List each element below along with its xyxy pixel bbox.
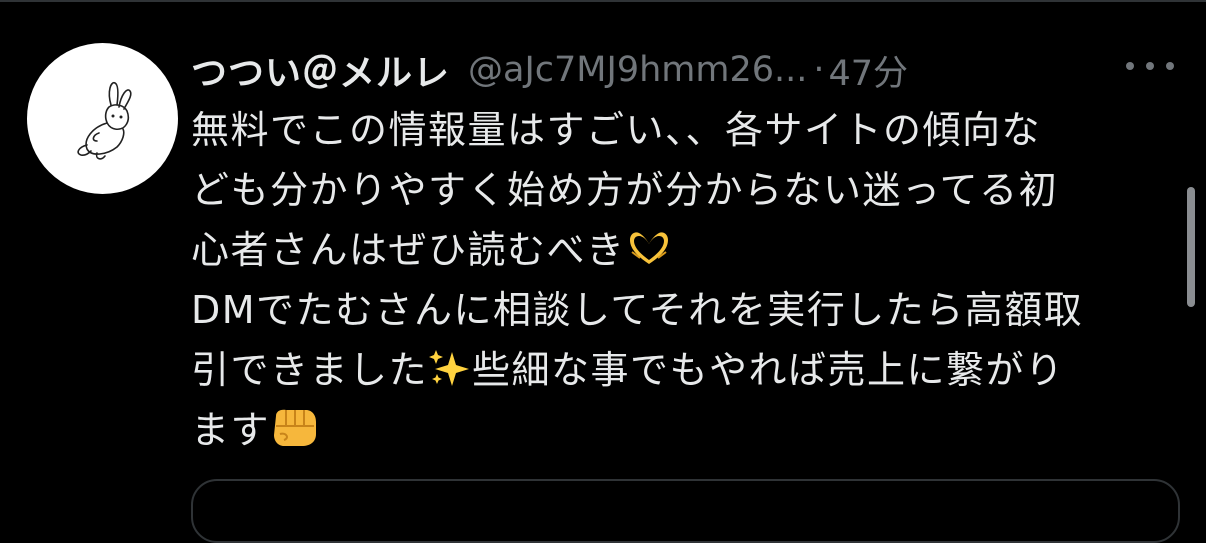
quoted-tweet-card[interactable] [191, 479, 1180, 543]
more-options-button[interactable] [1126, 56, 1174, 76]
tweet-line: ども分かりやすく始め方が分からない迷ってる初 [191, 168, 1059, 212]
heart-hands-emoji-icon [626, 228, 672, 268]
oncoming-fist-emoji-icon [270, 406, 318, 448]
rabbit-doodle-icon [77, 81, 132, 160]
display-name[interactable]: つつい＠メルレ [191, 44, 450, 96]
tweet-line: 引できました 些細な事でもやれば売上に繋がり [191, 348, 1065, 392]
tweet-line: 無料でこの情報量はすごい、、各サイトの傾向な [191, 108, 1042, 152]
sparkles-emoji-icon [428, 348, 472, 388]
tweet-line: DMでたむさんに相談してそれを実行したら高額取 [191, 288, 1084, 332]
header-separator: · [813, 50, 825, 90]
scrollbar[interactable] [1187, 187, 1195, 307]
ellipsis-icon [1126, 62, 1134, 70]
tweet-timestamp[interactable]: 47分 [829, 45, 909, 96]
avatar[interactable] [27, 43, 178, 194]
tweet-header: つつい＠メルレ @aJc7MJ9hmm26... · 47分 [191, 44, 908, 96]
tweet-text: 無料でこの情報量はすごい、、各サイトの傾向な ども分かりやすく始め方が分からない… [191, 100, 1176, 460]
tweet-line: ます [191, 400, 1176, 460]
top-divider [0, 0, 1206, 2]
user-handle[interactable]: @aJc7MJ9hmm26... [468, 50, 807, 90]
tweet-line: 心者さんはぜひ読むべき [191, 220, 1176, 280]
